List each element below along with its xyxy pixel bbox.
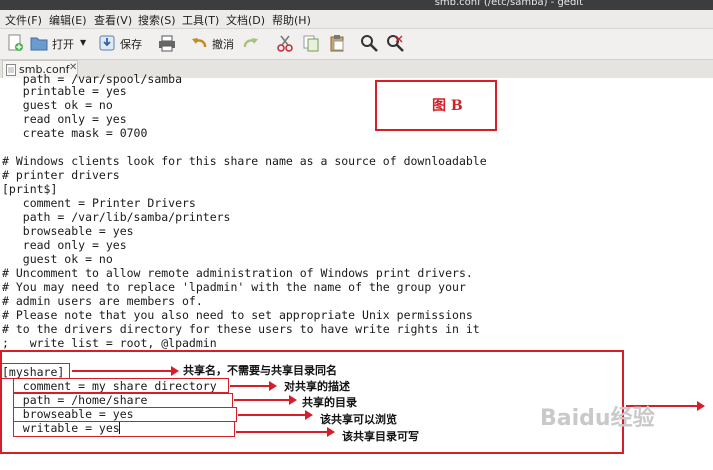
writable-annotation: 该共享目录可写 — [342, 430, 419, 443]
title-bar: smb.conf (/etc/samba) - gedit — [0, 0, 713, 10]
save-icon[interactable] — [98, 34, 116, 52]
code-line: # Uncomment to allow remote administrati… — [2, 266, 473, 280]
figure-label: 图 B — [432, 98, 463, 114]
copy-icon[interactable] — [302, 34, 320, 52]
writable-arrow — [236, 427, 335, 437]
code-line: # Please note that you also need to set … — [2, 308, 473, 322]
browseable-annotation: 该共享可以浏览 — [320, 413, 397, 426]
writable-line-box — [13, 421, 235, 437]
code-line: create mask = 0700 — [2, 126, 148, 140]
code-line: comment = Printer Drivers — [2, 196, 196, 210]
save-button[interactable]: 保存 — [120, 36, 142, 52]
menu-documents[interactable]: 文档(D) — [226, 12, 265, 28]
code-line: printable = yes — [2, 84, 127, 98]
comment-arrow — [230, 381, 277, 391]
paste-icon[interactable] — [328, 34, 346, 52]
watermark-logo: Baidu经验 — [540, 406, 655, 431]
code-line: guest ok = no — [2, 252, 113, 266]
code-line: guest ok = no — [2, 98, 113, 112]
print-icon[interactable] — [158, 34, 176, 52]
code-line: # printer drivers — [2, 168, 120, 182]
browseable-line-box — [13, 407, 237, 422]
redo-icon[interactable] — [242, 34, 260, 52]
window-title: smb.conf (/etc/samba) - gedit — [434, 0, 583, 8]
comment-line-box — [13, 378, 229, 393]
menu-file[interactable]: 文件(F) — [5, 12, 42, 28]
code-line: [print$] — [2, 182, 58, 196]
menu-view[interactable]: 查看(V) — [94, 12, 132, 28]
open-dropdown-icon[interactable]: ▼ — [80, 38, 86, 47]
share-name-annotation: 共享名，不需要与共享目录同名 — [183, 364, 337, 377]
code-line: read only = yes — [2, 112, 127, 126]
code-line: browseable = yes — [2, 224, 134, 238]
share-name-arrow — [72, 366, 179, 376]
cut-icon[interactable] — [276, 34, 294, 52]
code-line: path = /var/lib/samba/printers — [2, 210, 231, 224]
menu-help[interactable]: 帮助(H) — [272, 12, 311, 28]
undo-button[interactable]: 撤消 — [212, 36, 234, 52]
search-icon[interactable] — [360, 34, 378, 52]
share-name-box — [0, 363, 70, 379]
path-annotation: 共享的目录 — [302, 396, 357, 409]
open-folder-icon[interactable] — [30, 34, 48, 52]
menu-tools[interactable]: 工具(T) — [182, 12, 219, 28]
code-line: # to the drivers directory for these use… — [2, 322, 480, 336]
toolbar: 打开 ▼ 保存 撤消 — [0, 29, 713, 60]
path-arrow — [234, 395, 297, 405]
menu-edit[interactable]: 编辑(E) — [49, 12, 87, 28]
menu-bar: 文件(F) 编辑(E) 查看(V) 搜索(S) 工具(T) 文档(D) 帮助(H… — [0, 10, 713, 29]
search-replace-icon[interactable] — [386, 34, 404, 52]
code-line: read only = yes — [2, 238, 127, 252]
comment-annotation: 对共享的描述 — [284, 380, 350, 393]
undo-icon[interactable] — [190, 34, 208, 52]
menu-search[interactable]: 搜索(S) — [138, 12, 176, 28]
code-line: # You may need to replace 'lpadmin' with… — [2, 280, 466, 294]
path-line-box — [13, 393, 233, 408]
code-line: # admin users are members of. — [2, 294, 203, 308]
open-button[interactable]: 打开 — [52, 36, 74, 52]
code-line: ; write list = root, @lpadmin — [2, 336, 217, 350]
code-line: # Windows clients look for this share na… — [2, 154, 487, 168]
browseable-arrow — [238, 410, 313, 420]
new-document-icon[interactable] — [6, 34, 24, 52]
